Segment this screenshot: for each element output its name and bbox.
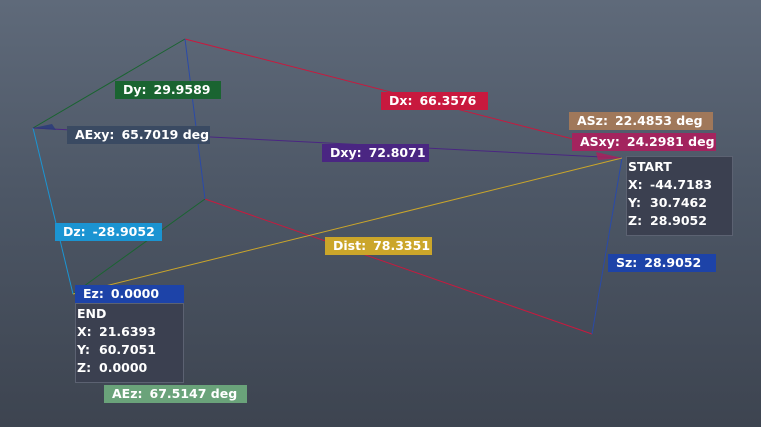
start-z-value: 28.9052 [650,213,707,228]
end-y-label: Y: [77,342,90,357]
sz-value: 28.9052 [644,255,702,270]
end-x-value: 21.6393 [99,324,156,339]
start-x-row: X: -44.7183 [627,176,732,194]
dx-value: 66.3576 [419,93,477,108]
end-y-row: Y: 60.7051 [76,341,183,359]
end-x-row: X: 21.6393 [76,323,183,341]
asxy-value: 24.2981 deg [626,134,715,149]
start-y-value: 30.7462 [650,195,707,210]
aez-label: AEz: 67.5147 deg [104,385,247,403]
end-y-value: 60.7051 [99,342,156,357]
start-x-label: X: [628,177,643,192]
aez-label-name: AEz: [112,386,143,401]
aexy-angle-marker [33,124,56,130]
sz-line [591,157,623,335]
dz-value: -28.9052 [92,224,155,239]
dxy-value: 72.8071 [368,145,426,160]
dist-label-name: Dist: [333,238,367,253]
asz-value: 22.4853 deg [614,113,703,128]
aexy-value: 65.7019 deg [121,127,210,142]
asz-label-name: ASz: [577,113,608,128]
asxy-label-name: ASxy: [580,134,620,149]
dz-label: Dz: -28.9052 [55,223,162,241]
dz-label-name: Dz: [63,224,86,239]
dist-value: 78.3351 [373,238,431,253]
dz-line [32,127,74,295]
dx-label-name: Dx: [389,93,413,108]
start-y-label: Y: [628,195,641,210]
dy-label-name: Dy: [123,82,147,97]
ez-value: 0.0000 [110,286,160,301]
dy-label: Dy: 29.9589 [115,81,221,99]
start-y-row: Y: 30.7462 [627,194,732,212]
aez-value: 67.5147 deg [149,386,238,401]
end-z-label: Z: [77,360,92,375]
dx-label: Dx: 66.3576 [381,92,488,110]
dxy-label-name: Dxy: [330,145,362,160]
dx-line-bottom [204,198,593,335]
aexy-label: AExy: 65.7019 deg [67,126,210,144]
sz-label: Sz: 28.9052 [608,254,716,272]
dy-line-bottom [72,198,206,295]
start-z-row: Z: 28.9052 [627,212,732,230]
aexy-label-name: AExy: [75,127,115,142]
ez-label: Ez: 0.0000 [75,285,184,303]
dxy-label: Dxy: 72.8071 [322,144,429,162]
end-title: END [77,306,107,321]
start-x-value: -44.7183 [650,177,713,192]
dist-label: Dist: 78.3351 [325,237,432,255]
start-point-panel: START X: -44.7183 Y: 30.7462 Z: 28.9052 [626,156,733,236]
start-title: START [628,159,672,174]
vertical-line-back [184,38,206,200]
end-x-label: X: [77,324,92,339]
end-z-value: 0.0000 [99,360,148,375]
end-z-row: Z: 0.0000 [76,359,183,377]
sz-label-name: Sz: [616,255,638,270]
start-z-label: Z: [628,213,643,228]
end-point-panel: END X: 21.6393 Y: 60.7051 Z: 0.0000 [75,303,184,383]
asz-label: ASz: 22.4853 deg [569,112,713,130]
3d-measurement-viewport[interactable]: Dy: 29.9589 Dx: 66.3576 AExy: 65.7019 deg D… [0,0,761,427]
asxy-label: ASxy: 24.2981 deg [572,133,716,151]
ez-label-name: Ez: [83,286,104,301]
dy-value: 29.9589 [153,82,211,97]
